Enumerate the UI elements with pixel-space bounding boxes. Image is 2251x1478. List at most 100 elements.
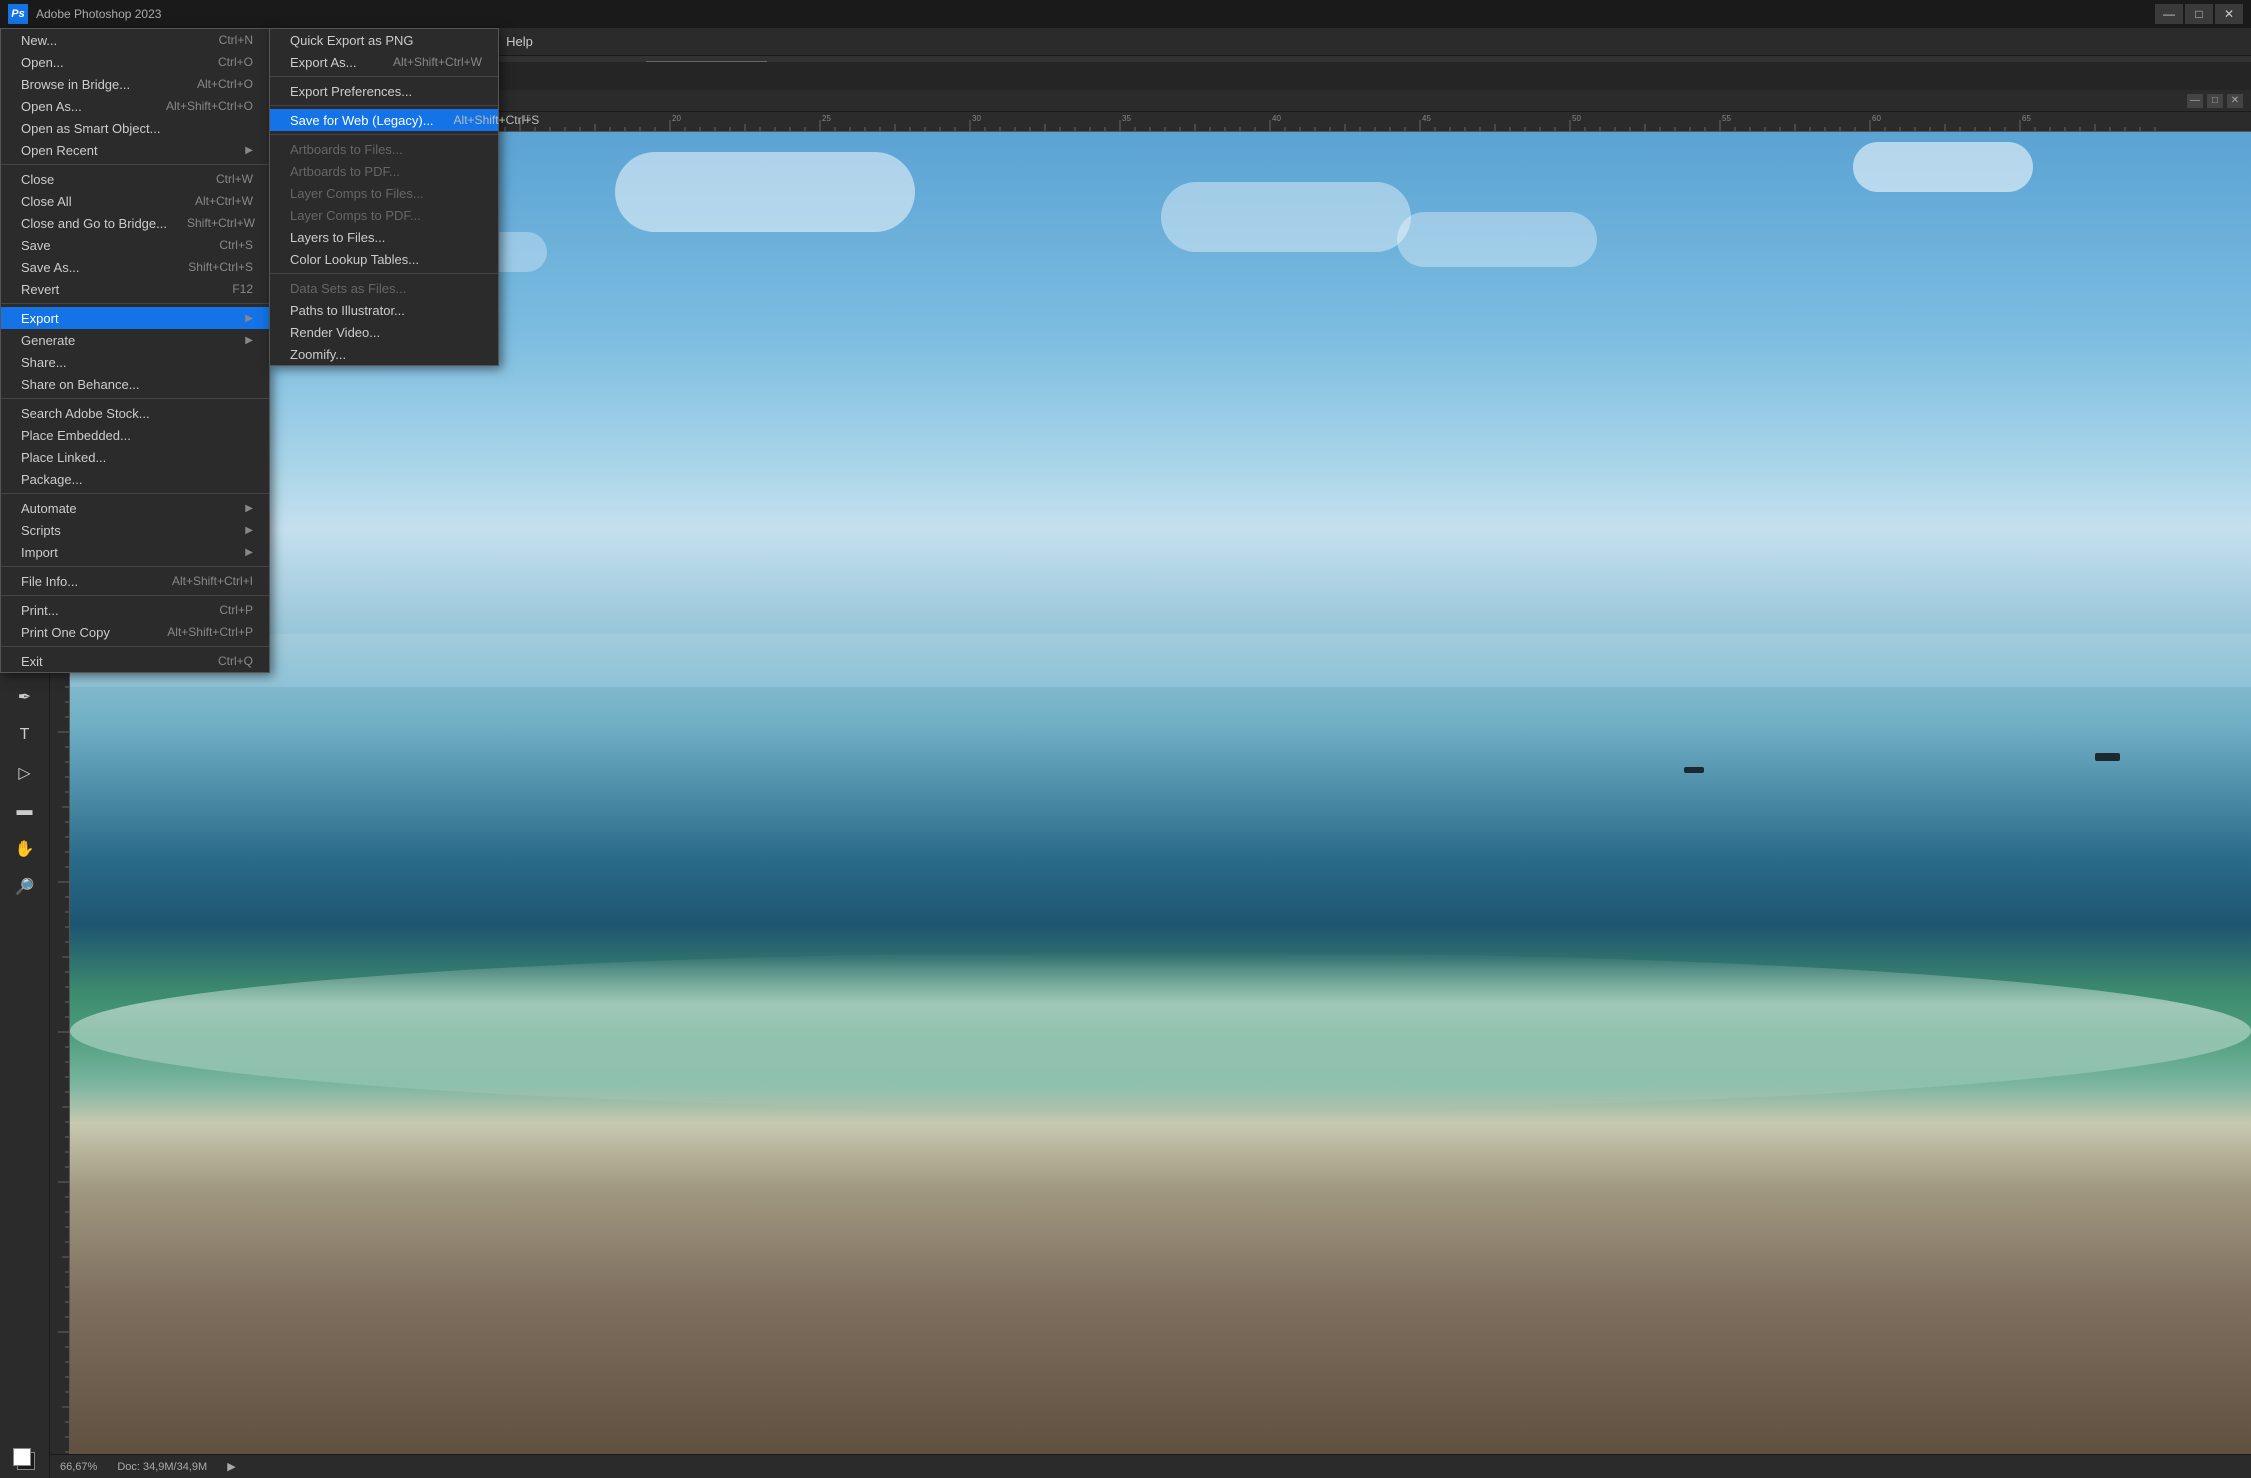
- menu-package[interactable]: Package...: [1, 468, 269, 490]
- menu-close[interactable]: Close Ctrl+W: [1, 168, 269, 190]
- export-zoomify[interactable]: Zoomify...: [270, 343, 498, 365]
- menu-export[interactable]: Export ▶: [1, 307, 269, 329]
- menu-stock[interactable]: Search Adobe Stock...: [1, 402, 269, 424]
- menu-open-recent[interactable]: Open Recent ▶: [1, 139, 269, 161]
- doc-win-max[interactable]: □: [2207, 94, 2223, 108]
- export-layer-comps-files: Layer Comps to Files...: [270, 182, 498, 204]
- menu-browse-bridge[interactable]: Browse in Bridge... Alt+Ctrl+O: [1, 73, 269, 95]
- menu-open-label: Open...: [21, 55, 64, 70]
- menu-close-shortcut: Ctrl+W: [216, 172, 253, 186]
- menu-close-bridge-shortcut: Shift+Ctrl+W: [187, 216, 255, 230]
- menu-place-embedded[interactable]: Place Embedded...: [1, 424, 269, 446]
- export-paths[interactable]: Paths to Illustrator...: [270, 299, 498, 321]
- menu-exit-shortcut: Ctrl+Q: [218, 654, 253, 668]
- menu-package-label: Package...: [21, 472, 82, 487]
- menu-place-linked[interactable]: Place Linked...: [1, 446, 269, 468]
- menu-scripts-label: Scripts: [21, 523, 61, 538]
- doc-win-min[interactable]: —: [2187, 94, 2203, 108]
- export-render-video[interactable]: Render Video...: [270, 321, 498, 343]
- menu-new-shortcut: Ctrl+N: [219, 33, 253, 47]
- menu-close-bridge[interactable]: Close and Go to Bridge... Shift+Ctrl+W: [1, 212, 269, 234]
- menu-revert[interactable]: Revert F12: [1, 278, 269, 300]
- export-color-lookup[interactable]: Color Lookup Tables...: [270, 248, 498, 270]
- export-as[interactable]: Export As... Alt+Shift+Ctrl+W: [270, 51, 498, 73]
- menu-share-behance[interactable]: Share on Behance...: [1, 373, 269, 395]
- generate-arrow-icon: ▶: [245, 335, 253, 346]
- export-save-web[interactable]: Save for Web (Legacy)... Alt+Shift+Ctrl+…: [270, 109, 498, 131]
- export-layer-comps-pdf: Layer Comps to PDF...: [270, 204, 498, 226]
- menu-print-one[interactable]: Print One Copy Alt+Shift+Ctrl+P: [1, 621, 269, 643]
- menu-place-embedded-label: Place Embedded...: [21, 428, 131, 443]
- menu-open-smart-label: Open as Smart Object...: [21, 121, 160, 136]
- tool-shape[interactable]: ▬: [7, 793, 43, 829]
- menu-import[interactable]: Import ▶: [1, 541, 269, 563]
- menu-save[interactable]: Save Ctrl+S: [1, 234, 269, 256]
- menu-close-all[interactable]: Close All Alt+Ctrl+W: [1, 190, 269, 212]
- automate-arrow: ▶: [245, 503, 253, 514]
- maximize-button[interactable]: □: [2185, 4, 2213, 24]
- status-bar: 66,67% Doc: 34,9M/34,9M ▶: [50, 1454, 2251, 1478]
- menu-item-help[interactable]: Help: [496, 28, 543, 55]
- export-quick-png[interactable]: Quick Export as PNG: [270, 29, 498, 51]
- sep-3: [1, 398, 269, 399]
- cloud-2: [615, 152, 915, 232]
- menu-share[interactable]: Share...: [1, 351, 269, 373]
- file-menu-dropdown: New... Ctrl+N Open... Ctrl+O Browse in B…: [0, 28, 270, 673]
- menu-new-label: New...: [21, 33, 57, 48]
- window-controls: — □ ✕: [2155, 4, 2243, 24]
- minimize-button[interactable]: —: [2155, 4, 2183, 24]
- menu-print[interactable]: Print... Ctrl+P: [1, 599, 269, 621]
- horizon-glow: [70, 634, 2251, 687]
- menu-automate[interactable]: Automate ▶: [1, 497, 269, 519]
- export-layers-files[interactable]: Layers to Files...: [270, 226, 498, 248]
- exp-sep-4: [270, 273, 498, 274]
- menu-open-shortcut: Ctrl+O: [218, 55, 253, 69]
- menu-print-one-label: Print One Copy: [21, 625, 110, 640]
- menu-open-as[interactable]: Open As... Alt+Shift+Ctrl+O: [1, 95, 269, 117]
- menu-open-recent-label: Open Recent: [21, 143, 98, 158]
- title-bar-left: Ps Adobe Photoshop 2023: [8, 4, 161, 24]
- sep-7: [1, 646, 269, 647]
- export-save-web-shortcut: Alt+Shift+Ctrl+S: [454, 113, 540, 127]
- menu-import-label: Import: [21, 545, 58, 560]
- menu-new[interactable]: New... Ctrl+N: [1, 29, 269, 51]
- menu-save-as[interactable]: Save As... Shift+Ctrl+S: [1, 256, 269, 278]
- open-recent-arrow: ▶: [245, 145, 253, 156]
- menu-automate-label: Automate: [21, 501, 77, 516]
- svg-text:30: 30: [972, 114, 981, 123]
- tool-pen[interactable]: ✒: [7, 679, 43, 715]
- tool-path-select[interactable]: ▷: [7, 755, 43, 791]
- menu-generate[interactable]: Generate ▶: [1, 329, 269, 351]
- exp-sep-2: [270, 105, 498, 106]
- arrow-icon[interactable]: ▶: [227, 1460, 235, 1473]
- svg-text:20: 20: [672, 114, 681, 123]
- tool-type[interactable]: T: [7, 717, 43, 753]
- menu-close-all-label: Close All: [21, 194, 72, 209]
- menu-close-label: Close: [21, 172, 54, 187]
- foreground-color[interactable]: [7, 1442, 43, 1478]
- sep-2: [1, 303, 269, 304]
- export-artboards-files: Artboards to Files...: [270, 138, 498, 160]
- menu-scripts[interactable]: Scripts ▶: [1, 519, 269, 541]
- doc-win-close[interactable]: ✕: [2227, 94, 2243, 108]
- zoom-level: 66,67%: [60, 1461, 97, 1473]
- close-button[interactable]: ✕: [2215, 4, 2243, 24]
- export-preferences[interactable]: Export Preferences...: [270, 80, 498, 102]
- menu-export-label: Export: [21, 311, 59, 326]
- app-title: Adobe Photoshop 2023: [36, 7, 161, 21]
- svg-text:25: 25: [822, 114, 831, 123]
- tool-zoom[interactable]: 🔎: [7, 869, 43, 905]
- export-layer-comps-files-label: Layer Comps to Files...: [290, 186, 424, 201]
- tool-hand[interactable]: ✋: [7, 831, 43, 867]
- menu-file-info-shortcut: Alt+Shift+Ctrl+I: [172, 574, 253, 588]
- menu-exit[interactable]: Exit Ctrl+Q: [1, 650, 269, 672]
- svg-text:45: 45: [1422, 114, 1431, 123]
- exp-sep-1: [270, 76, 498, 77]
- wave-foam: [70, 952, 2251, 1111]
- menu-open-smart[interactable]: Open as Smart Object...: [1, 117, 269, 139]
- export-render-video-label: Render Video...: [290, 325, 380, 340]
- menu-open[interactable]: Open... Ctrl+O: [1, 51, 269, 73]
- menu-file-info[interactable]: File Info... Alt+Shift+Ctrl+I: [1, 570, 269, 592]
- menu-print-shortcut: Ctrl+P: [219, 603, 253, 617]
- export-paths-label: Paths to Illustrator...: [290, 303, 405, 318]
